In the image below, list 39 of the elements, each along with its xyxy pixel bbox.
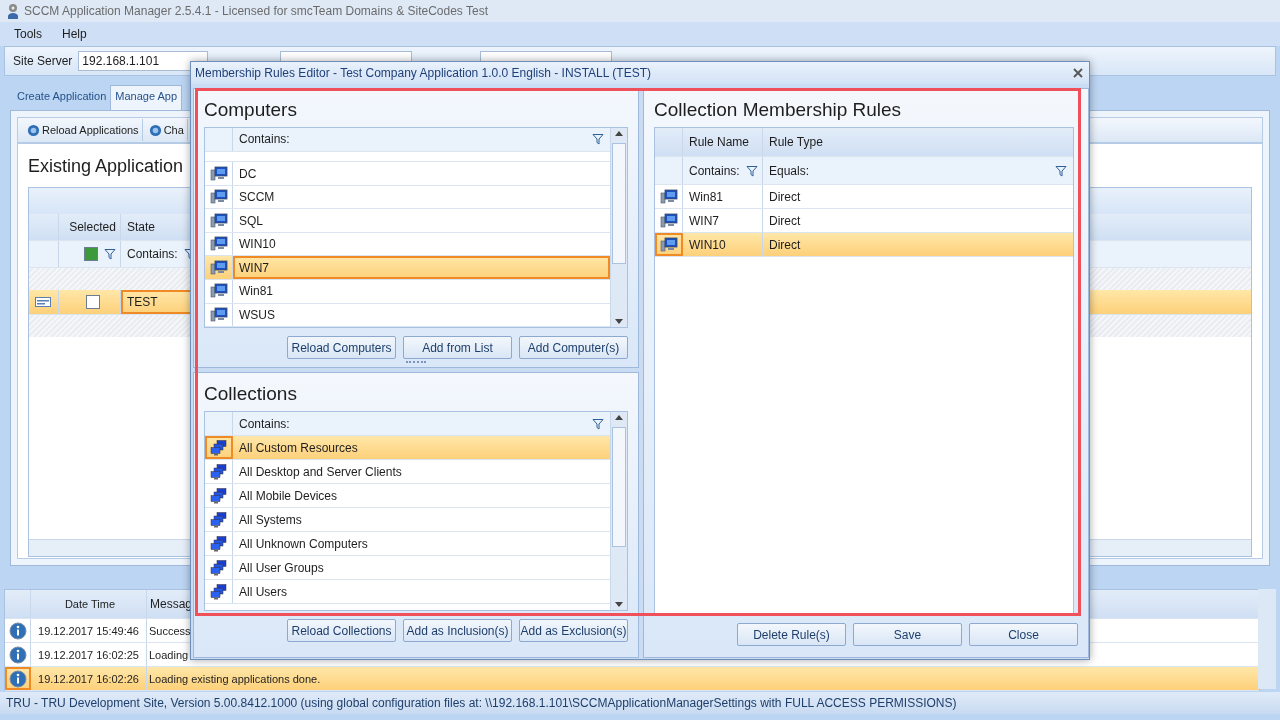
- item-name: All Systems: [239, 512, 302, 527]
- item-name: All Users: [239, 584, 287, 599]
- item-name: All Unknown Computers: [239, 536, 368, 551]
- status-bar: TRU - TRU Development Site, Version 5.00.8412.1000 (using global configuration files at: \\192.168.1.101\SCCMApplicationManagerSettings with FULL ACCESS PERMISSIONS): [0, 692, 1280, 714]
- section-heading: Collection Membership Rules: [654, 99, 903, 121]
- table-cell: 19.12.2017 15:49:46: [38, 624, 139, 637]
- table-cell: Loading: [149, 648, 189, 661]
- filter-label: Contains:: [689, 163, 740, 178]
- item-name: Win81: [239, 284, 273, 299]
- table-cell: WIN10: [689, 237, 726, 252]
- item-name: DC: [239, 166, 257, 181]
- table-cell: Direct: [769, 237, 801, 252]
- window-title: SCCM Application Manager 2.5.4.1 - Licensed for smcTeam Domains & SiteCodes Test: [24, 4, 488, 18]
- table-cell: Direct: [769, 189, 801, 204]
- item-name: SCCM: [239, 190, 275, 205]
- item-name: All Desktop and Server Clients: [239, 464, 402, 479]
- item-name: All User Groups: [239, 560, 324, 575]
- item-name: WIN10: [239, 237, 276, 252]
- item-name: All Mobile Devices: [239, 488, 338, 503]
- section-heading: Collections: [204, 383, 298, 405]
- item-name: WIN7: [239, 260, 269, 275]
- table-cell: Win81: [689, 189, 723, 204]
- filter-label: Equals:: [769, 163, 810, 178]
- filter-label: Contains:: [239, 416, 290, 431]
- item-name: SQL: [239, 213, 263, 228]
- filter-label: Contains:: [239, 132, 290, 147]
- item-name: WSUS: [239, 307, 275, 322]
- table-cell: Success: [149, 624, 191, 637]
- section-heading: Existing Application: [28, 156, 184, 177]
- filter-label: Contains:: [127, 247, 178, 261]
- table-cell: TEST: [127, 295, 158, 309]
- field-label: Site Server: [13, 54, 73, 68]
- section-heading: Computers: [204, 99, 298, 121]
- table-cell: Loading existing applications done.: [149, 672, 321, 685]
- table-cell: WIN7: [689, 213, 719, 228]
- table-cell: 19.12.2017 16:02:26: [38, 672, 139, 685]
- item-name: All Custom Resources: [239, 440, 358, 455]
- table-cell: Direct: [769, 213, 801, 228]
- table-cell: 19.12.2017 16:02:25: [38, 648, 139, 661]
